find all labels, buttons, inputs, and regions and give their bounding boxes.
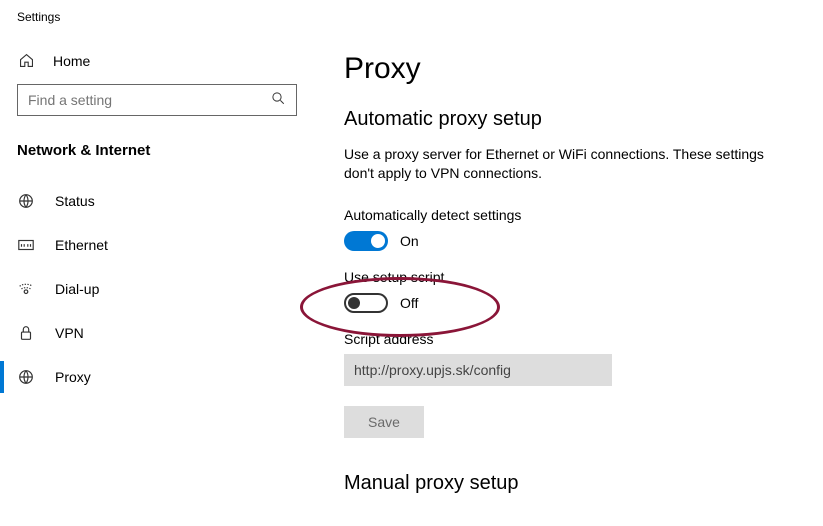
sidebar-item-label: Dial-up: [55, 281, 99, 297]
setup-script-state: Off: [400, 295, 418, 311]
ethernet-icon: [17, 236, 35, 254]
auto-detect-label: Automatically detect settings: [344, 207, 799, 223]
sidebar-item-dialup[interactable]: Dial-up: [0, 267, 320, 311]
script-address-label: Script address: [344, 331, 799, 347]
sidebar: Home Network & Internet Status: [0, 32, 320, 526]
sidebar-item-label: VPN: [55, 325, 84, 341]
nav-home[interactable]: Home: [0, 44, 320, 77]
auto-detect-state: On: [400, 233, 419, 249]
sidebar-item-label: Proxy: [55, 369, 91, 385]
vpn-icon: [17, 324, 35, 342]
section-auto-description: Use a proxy server for Ethernet or WiFi …: [344, 145, 774, 183]
setup-script-toggle[interactable]: [344, 293, 388, 313]
sidebar-section-title: Network & Internet: [0, 126, 320, 179]
home-icon: [17, 52, 35, 69]
auto-detect-toggle[interactable]: [344, 231, 388, 251]
script-address-input[interactable]: http://proxy.upjs.sk/config: [344, 354, 612, 386]
section-auto-title: Automatic proxy setup: [344, 108, 799, 131]
setup-script-label: Use setup script: [344, 269, 799, 285]
status-icon: [17, 192, 35, 210]
search-icon: [271, 91, 286, 109]
page-title: Proxy: [344, 52, 799, 86]
dialup-icon: [17, 280, 35, 298]
sidebar-item-vpn[interactable]: VPN: [0, 311, 320, 355]
sidebar-item-label: Ethernet: [55, 237, 108, 253]
sidebar-item-proxy[interactable]: Proxy: [0, 355, 320, 399]
content-panel: Proxy Automatic proxy setup Use a proxy …: [320, 32, 823, 526]
script-address-value: http://proxy.upjs.sk/config: [354, 362, 511, 378]
save-button[interactable]: Save: [344, 406, 424, 438]
sidebar-item-ethernet[interactable]: Ethernet: [0, 223, 320, 267]
section-manual-title: Manual proxy setup: [344, 472, 799, 495]
proxy-icon: [17, 368, 35, 386]
search-input[interactable]: [17, 84, 297, 116]
sidebar-item-status[interactable]: Status: [0, 179, 320, 223]
sidebar-item-label: Status: [55, 193, 95, 209]
nav-home-label: Home: [53, 53, 90, 69]
search-field[interactable]: [28, 92, 271, 108]
window-title: Settings: [0, 0, 823, 32]
